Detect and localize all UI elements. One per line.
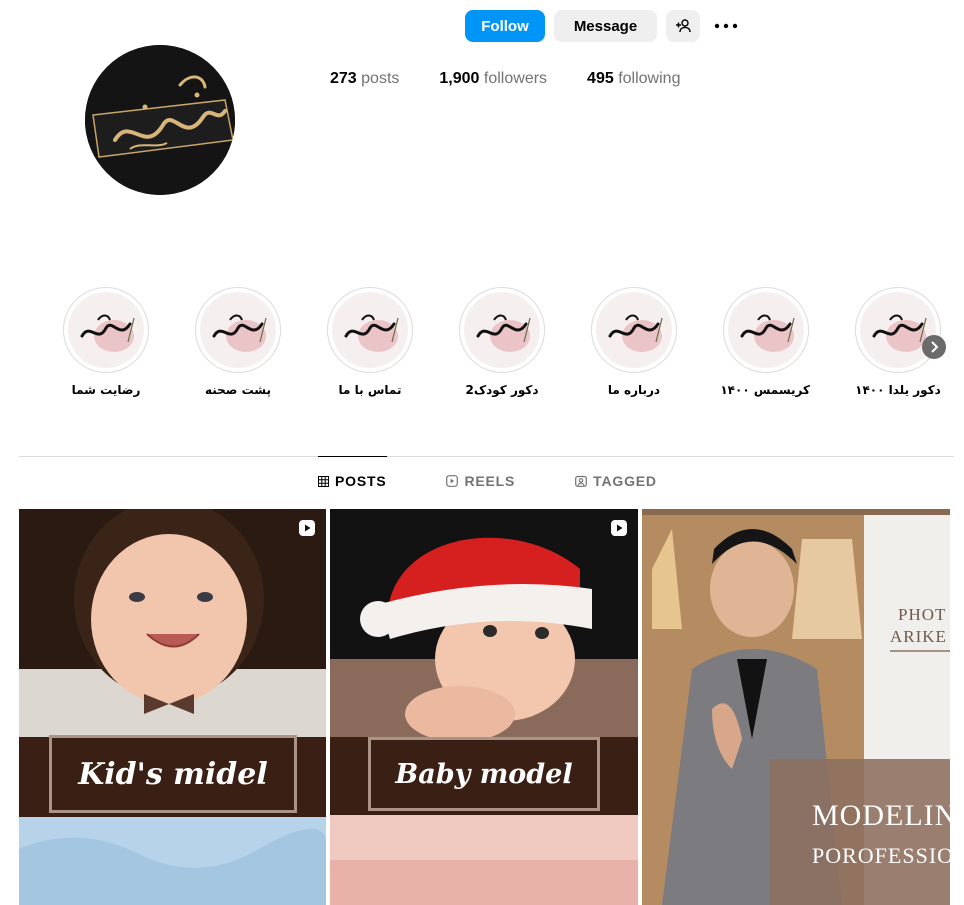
post-thumbnail-image xyxy=(330,509,638,905)
following-count: 495 xyxy=(587,70,614,87)
tab-reels-label: REELS xyxy=(464,473,516,489)
highlight-label: دکور یلدا ۱۴۰۰ xyxy=(855,383,941,397)
highlight-label: درباره ما xyxy=(607,383,661,397)
more-options-button[interactable] xyxy=(709,10,743,42)
tab-tagged-label: TAGGED xyxy=(593,473,657,489)
highlight-ring xyxy=(723,287,809,373)
post-tile[interactable]: PHOT ARIKE MODELING POROFESSIONA xyxy=(642,509,950,905)
follow-button[interactable]: Follow xyxy=(465,10,545,42)
profile-tabs: POSTS REELS TAGGED xyxy=(318,473,657,489)
reel-icon xyxy=(299,520,315,536)
posts-label: posts xyxy=(361,70,400,87)
tab-posts[interactable]: POSTS xyxy=(318,473,386,489)
highlight-cover xyxy=(860,292,936,368)
chevron-right-icon xyxy=(931,341,939,353)
post-text-line: POROFESSIONA xyxy=(812,843,950,868)
post-text-line: MODELING xyxy=(812,799,950,832)
followers-count: 1,900 xyxy=(439,70,480,87)
highlight-cover xyxy=(332,292,408,368)
tab-posts-label: POSTS xyxy=(335,473,387,489)
following-stat[interactable]: 495 following xyxy=(587,70,680,88)
highlight-cover xyxy=(464,292,540,368)
tab-tagged[interactable]: TAGGED xyxy=(575,473,657,489)
highlight-label: پشت صحنه xyxy=(204,383,272,397)
highlight-label: کریسمس ۱۴۰۰ xyxy=(720,383,810,397)
highlight-cover xyxy=(68,292,144,368)
posts-count: 273 xyxy=(330,70,357,87)
followers-stat[interactable]: 1,900 followers xyxy=(439,70,547,88)
brand-logo xyxy=(85,45,235,195)
highlight-item[interactable]: دکور کودک2 xyxy=(458,287,546,397)
post-tile[interactable]: Baby model xyxy=(330,509,638,905)
active-tab-indicator xyxy=(318,456,387,457)
more-horizontal-icon xyxy=(714,23,738,29)
highlight-ring xyxy=(855,287,941,373)
highlight-ring xyxy=(591,287,677,373)
highlights-next-button[interactable] xyxy=(922,335,946,359)
highlight-item[interactable]: رضایت شما xyxy=(62,287,150,397)
highlight-cover xyxy=(596,292,672,368)
post-caption: Baby model xyxy=(368,737,600,811)
grid-icon xyxy=(318,475,329,487)
post-thumbnail-image xyxy=(19,509,326,905)
post-tile[interactable]: Kid's midel xyxy=(19,509,326,905)
reel-icon xyxy=(611,520,627,536)
highlight-ring xyxy=(63,287,149,373)
highlight-label: تماس با ما xyxy=(338,383,402,397)
highlight-item[interactable]: درباره ما xyxy=(590,287,678,397)
posts-stat: 273 posts xyxy=(330,70,399,88)
profile-avatar[interactable] xyxy=(85,45,235,195)
followers-label: followers xyxy=(483,70,548,87)
highlight-ring xyxy=(195,287,281,373)
highlight-item[interactable]: کریسمس ۱۴۰۰ xyxy=(720,287,810,397)
highlight-ring xyxy=(459,287,545,373)
highlight-cover xyxy=(728,292,804,368)
tabs-divider xyxy=(19,456,954,457)
profile-stats: 273 posts 1,900 followers 495 following xyxy=(330,70,680,88)
post-caption: Kid's midel xyxy=(49,735,297,813)
highlight-item[interactable]: پشت صحنه xyxy=(194,287,282,397)
highlight-item[interactable]: تماس با ما xyxy=(326,287,414,397)
suggest-users-button[interactable] xyxy=(666,10,700,42)
highlight-cover xyxy=(200,292,276,368)
highlight-label: دکور کودک2 xyxy=(465,383,539,397)
following-label: following xyxy=(618,70,681,87)
add-person-icon xyxy=(676,19,691,33)
highlight-label: رضایت شما xyxy=(71,383,141,397)
post-text-line: ARIKE xyxy=(890,627,947,646)
story-highlights: رضایت شما پشت صحنه تماس با ما دکور کودک2 xyxy=(62,287,952,407)
profile-actions: Follow Message xyxy=(465,10,743,42)
tab-reels[interactable]: REELS xyxy=(446,473,515,489)
highlight-ring xyxy=(327,287,413,373)
message-button[interactable]: Message xyxy=(554,10,657,42)
tagged-icon xyxy=(575,475,588,487)
reels-icon xyxy=(446,475,459,487)
post-text-line: PHOT xyxy=(898,605,947,624)
